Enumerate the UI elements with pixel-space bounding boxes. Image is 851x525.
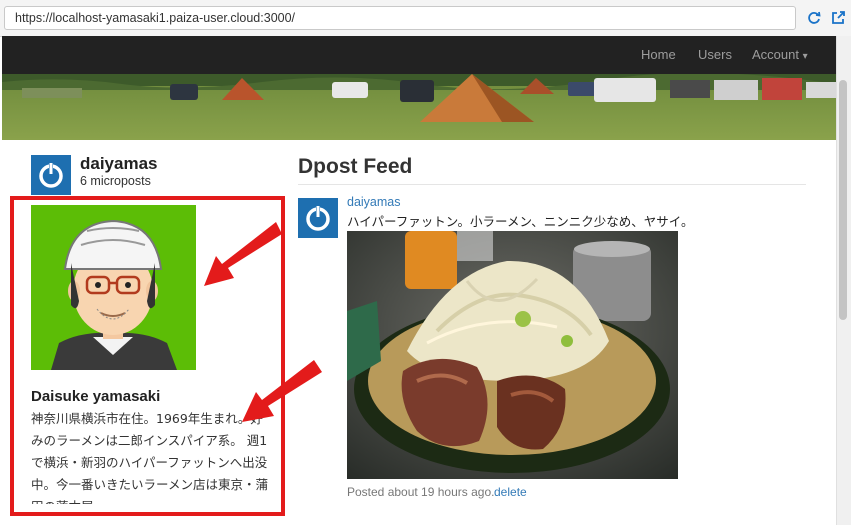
nav-account-label: Account bbox=[752, 47, 799, 62]
post-gravatar[interactable] bbox=[298, 198, 338, 238]
user-gravatar[interactable] bbox=[31, 155, 71, 195]
power-logo-icon bbox=[39, 163, 63, 188]
sidebar-user-name[interactable]: daiyamas bbox=[80, 154, 158, 174]
nav-account-dropdown[interactable]: Account ▾ bbox=[752, 47, 808, 62]
feed-title: Dpost Feed bbox=[298, 155, 413, 178]
scrollbar-thumb[interactable] bbox=[839, 80, 847, 320]
url-field[interactable]: https://localhost-yamasaki1.paiza-user.c… bbox=[4, 6, 796, 30]
reload-icon[interactable] bbox=[806, 10, 822, 26]
post-image bbox=[347, 231, 678, 479]
post-timestamp: Posted about 19 hours ago. bbox=[347, 485, 495, 499]
url-text: https://localhost-yamasaki1.paiza-user.c… bbox=[15, 11, 296, 25]
post-content: ハイパーファットン。小ラーメン、ニンニク少なめ、ヤサイ。 bbox=[347, 214, 694, 229]
browser-address-bar: https://localhost-yamasaki1.paiza-user.c… bbox=[0, 0, 851, 37]
post-delete-link[interactable]: delete bbox=[494, 485, 527, 499]
caret-down-icon: ▾ bbox=[802, 51, 808, 62]
post-user-link[interactable]: daiyamas bbox=[347, 195, 401, 209]
header-banner-image bbox=[2, 74, 836, 140]
feed-divider bbox=[298, 184, 806, 185]
annotation-arrow-icon bbox=[204, 222, 282, 286]
nav-users-link[interactable]: Users bbox=[698, 47, 732, 62]
top-navbar: Home Users Account ▾ bbox=[2, 36, 836, 74]
micropost-count: 6 microposts bbox=[80, 174, 151, 188]
open-new-window-icon[interactable] bbox=[830, 10, 846, 26]
nav-home-link[interactable]: Home bbox=[641, 47, 676, 62]
power-logo-icon bbox=[306, 206, 330, 231]
annotation-arrow-icon bbox=[242, 360, 322, 422]
